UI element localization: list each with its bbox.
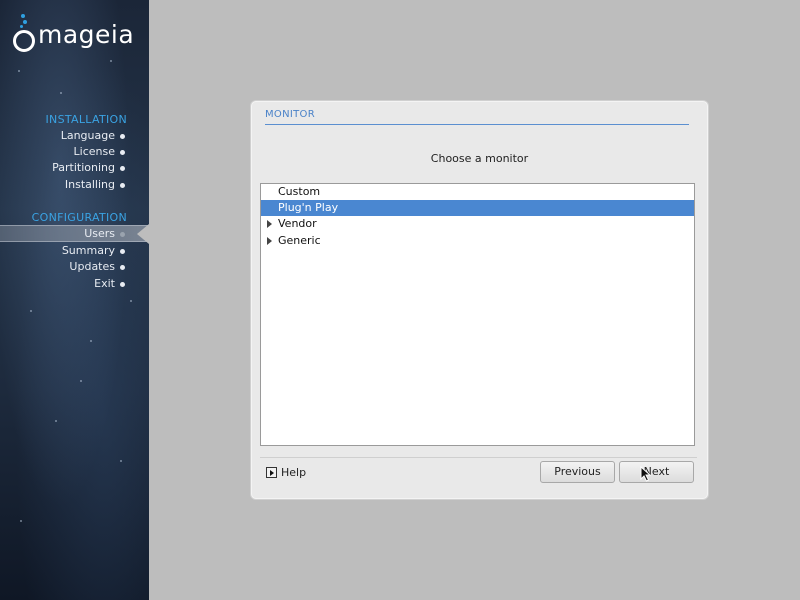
list-item-label: Custom [278, 185, 321, 198]
help-arrow-icon [266, 467, 277, 478]
section-title-configuration: CONFIGURATION [31, 211, 127, 224]
logo-dot [21, 14, 25, 18]
expand-arrow-icon[interactable] [267, 220, 272, 228]
star-decoration [110, 60, 112, 62]
sidebar-item-label: Language [60, 129, 115, 142]
star-decoration [90, 340, 92, 342]
monitor-tree-list[interactable]: Custom Plug'n Play Vendor Generic [260, 183, 695, 446]
bullet-icon [120, 166, 125, 171]
sidebar: mageia INSTALLATION Language License Par… [0, 0, 149, 600]
title-divider [265, 124, 689, 125]
brand-name: mageia [38, 20, 135, 49]
help-label: Help [281, 466, 307, 479]
footer-divider [260, 457, 697, 458]
mageia-logo: mageia [12, 14, 144, 54]
sidebar-item-label: License [73, 145, 115, 158]
bullet-icon [120, 134, 125, 139]
star-decoration [130, 300, 132, 302]
sidebar-item-label: Updates [69, 260, 115, 273]
dialog-title: MONITOR [265, 109, 315, 120]
star-decoration [80, 380, 82, 382]
sidebar-item-users: Users [0, 225, 149, 242]
star-decoration [120, 460, 122, 462]
bullet-icon [120, 183, 125, 188]
star-decoration [18, 70, 20, 72]
sidebar-item-exit: Exit [0, 276, 149, 292]
bullet-icon [120, 282, 125, 287]
list-item-generic[interactable]: Generic [261, 233, 694, 249]
sidebar-item-summary: Summary [0, 243, 149, 259]
sidebar-item-partitioning: Partitioning [0, 160, 149, 176]
list-item-label: Generic [278, 234, 321, 247]
expand-arrow-icon[interactable] [267, 237, 272, 245]
bullet-icon [120, 265, 125, 270]
logo-dot [23, 20, 27, 24]
monitor-dialog: MONITOR Choose a monitor Custom Plug'n P… [251, 101, 708, 499]
dialog-prompt: Choose a monitor [430, 152, 529, 165]
bullet-icon [120, 150, 125, 155]
list-item-label: Vendor [278, 217, 317, 230]
bullet-icon [120, 249, 125, 254]
active-step-arrow-icon [137, 224, 149, 244]
section-title-installation: INSTALLATION [45, 113, 127, 126]
mouse-pointer-icon [640, 466, 652, 482]
list-item-vendor[interactable]: Vendor [261, 216, 694, 232]
logo-ring-icon [13, 30, 35, 52]
list-item-custom[interactable]: Custom [261, 184, 694, 200]
sidebar-item-label: Summary [61, 244, 115, 257]
previous-button[interactable]: Previous [540, 461, 615, 483]
sidebar-item-updates: Updates [0, 259, 149, 275]
sidebar-item-label: Installing [64, 178, 115, 191]
star-decoration [60, 92, 62, 94]
sidebar-item-license: License [0, 144, 149, 160]
star-decoration [55, 420, 57, 422]
logo-dot [20, 25, 23, 28]
star-decoration [30, 310, 32, 312]
star-decoration [20, 520, 22, 522]
sidebar-item-label: Users [84, 227, 115, 240]
bullet-icon [120, 232, 125, 237]
sidebar-item-label: Exit [94, 277, 115, 290]
list-item-label: Plug'n Play [278, 201, 339, 214]
sidebar-item-language: Language [0, 128, 149, 144]
list-item-plugnplay[interactable]: Plug'n Play [261, 200, 694, 216]
sidebar-item-label: Partitioning [52, 161, 115, 174]
next-button[interactable]: Next [619, 461, 694, 483]
sidebar-item-installing: Installing [0, 177, 149, 193]
